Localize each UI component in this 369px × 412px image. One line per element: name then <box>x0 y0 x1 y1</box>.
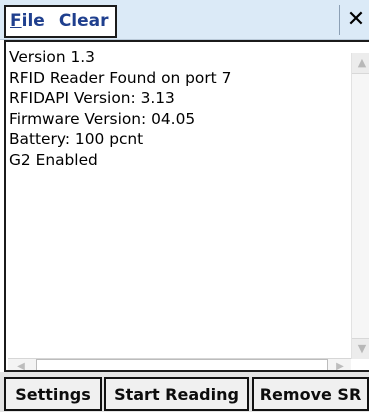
remove-sr-button[interactable]: Remove SR <box>252 377 369 411</box>
button-bar: Settings Start Reading Remove SR <box>0 372 369 412</box>
settings-button[interactable]: Settings <box>4 377 102 411</box>
output-line-firmware: Firmware Version: 04.05 <box>9 109 196 128</box>
scroll-left-arrow-icon[interactable]: ◀ <box>8 359 34 370</box>
menu-file[interactable]: File <box>10 13 45 30</box>
output-textbox[interactable]: Version 1.3 RFID Reader Found on port 7 … <box>4 40 369 372</box>
horizontal-scroll-thumb[interactable] <box>36 359 328 370</box>
menu-file-label: ile <box>21 11 45 31</box>
horizontal-scrollbar[interactable]: ◀ ▶ <box>8 358 351 370</box>
output-line-api: RFIDAPI Version: 3.13 <box>9 89 175 107</box>
scroll-down-arrow-icon[interactable]: ▼ <box>352 338 369 359</box>
menu-file-mnemonic: F <box>10 11 22 31</box>
close-button[interactable]: ✕ <box>345 6 367 34</box>
output-text: Version 1.3 RFID Reader Found on port 7 … <box>9 47 347 170</box>
scroll-up-arrow-icon[interactable]: ▲ <box>352 53 369 74</box>
menu-separator <box>339 5 340 35</box>
menu-bar: File Clear ✕ <box>0 0 369 40</box>
output-line-battery: Battery: 100 pcnt <box>9 130 144 148</box>
output-line-version: Version 1.3 <box>9 48 95 66</box>
menu-group: File Clear <box>4 5 117 38</box>
output-line-reader: RFID Reader Found on port 7 <box>9 68 232 87</box>
start-reading-button[interactable]: Start Reading <box>104 377 249 411</box>
vertical-scrollbar[interactable]: ▲ ▼ <box>351 53 369 359</box>
output-line-g2: G2 Enabled <box>9 150 98 169</box>
scroll-right-arrow-icon[interactable]: ▶ <box>329 359 351 370</box>
close-icon: ✕ <box>346 7 366 32</box>
menu-clear[interactable]: Clear <box>59 13 109 30</box>
